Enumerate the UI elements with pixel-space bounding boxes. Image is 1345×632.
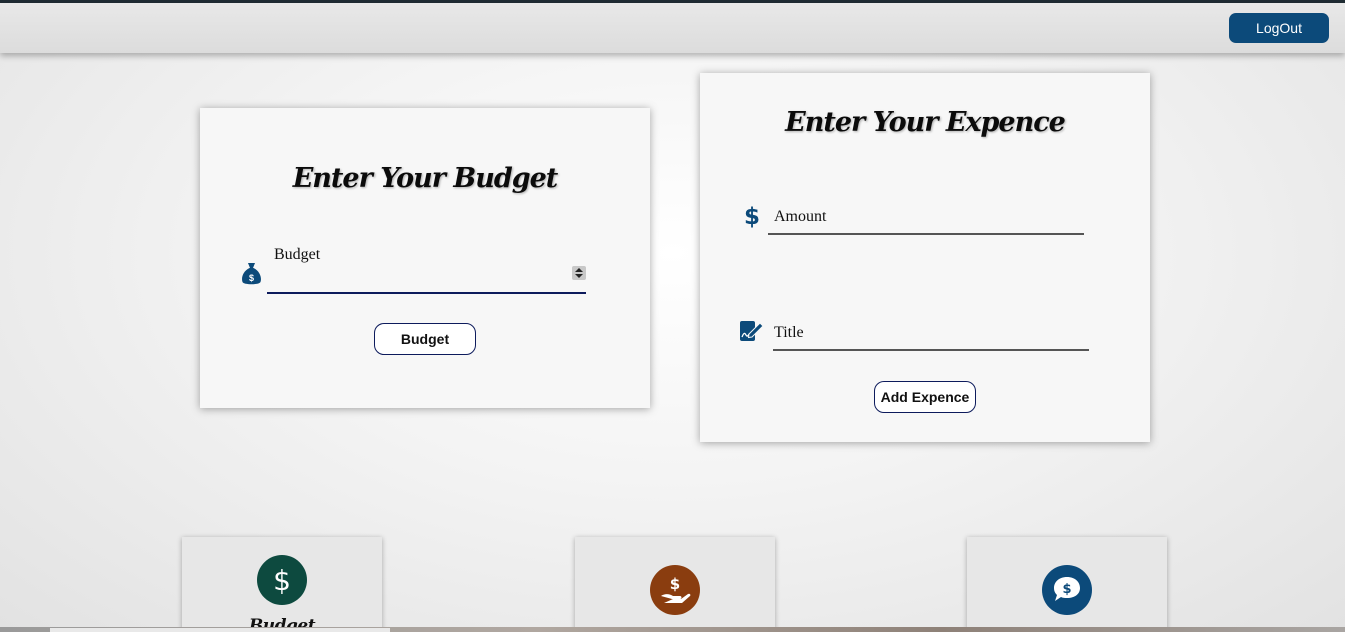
svg-text:$: $ <box>1062 582 1071 597</box>
expense-card-title: Enter Your Expence <box>785 107 1066 138</box>
amount-field-label: Amount <box>774 208 827 225</box>
amount-input[interactable] <box>850 208 1080 230</box>
window-bottom-highlight <box>50 628 390 632</box>
logout-button[interactable]: LogOut <box>1229 13 1329 43</box>
expense-card: Enter Your Expence $ Amount Title Add Ex… <box>700 73 1150 442</box>
summary-card-budget: $ Budget <box>182 537 382 632</box>
number-stepper[interactable] <box>572 266 586 280</box>
svg-text:$: $ <box>273 564 291 597</box>
hand-dollar-icon: $ <box>650 565 700 615</box>
svg-text:$: $ <box>249 273 254 283</box>
budget-field-underline <box>267 292 586 294</box>
summary-card-expense: $ <box>575 537 775 632</box>
svg-text:$: $ <box>744 204 760 228</box>
budget-card: Enter Your Budget $ Budget Budget <box>200 108 650 408</box>
summary-card-balance: $ <box>967 537 1167 632</box>
dollar-icon: $ <box>744 204 760 233</box>
budget-card-title: Enter Your Budget <box>292 163 559 194</box>
dollar-speech-bubble-icon: $ <box>1042 565 1092 615</box>
budget-field-label: Budget <box>274 246 321 263</box>
money-bag-icon: $ <box>240 262 263 291</box>
amount-field-underline <box>768 233 1084 235</box>
svg-text:$: $ <box>670 575 680 593</box>
budget-input[interactable] <box>268 268 568 290</box>
navbar: LogOut <box>0 3 1345 53</box>
title-field-underline <box>773 349 1089 351</box>
title-input[interactable] <box>830 324 1080 346</box>
edit-document-icon <box>739 320 765 347</box>
add-expense-button[interactable]: Add Expence <box>874 381 976 413</box>
budget-button[interactable]: Budget <box>374 323 476 355</box>
title-field-label: Title <box>774 324 804 341</box>
dollar-circle-icon: $ <box>257 555 307 605</box>
